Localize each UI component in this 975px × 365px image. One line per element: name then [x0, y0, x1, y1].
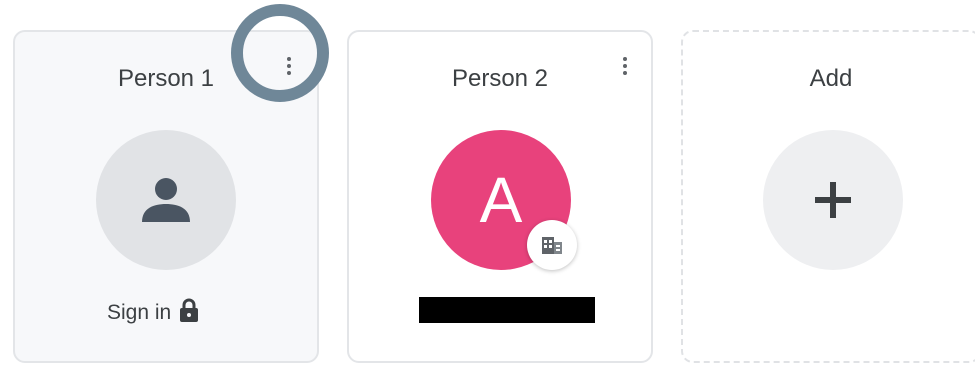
profile-card-person-1[interactable]: Person 1 Sign in	[13, 30, 319, 363]
add-label: Add	[809, 65, 853, 92]
profile-card-person-2[interactable]: Person 2 A	[347, 30, 653, 363]
enterprise-building-icon	[527, 220, 577, 270]
profile-name: Person 1	[117, 65, 215, 92]
more-vert-icon[interactable]	[613, 54, 637, 78]
profile-name: Person 2	[451, 65, 549, 92]
lock-icon	[179, 298, 199, 328]
more-vert-icon[interactable]	[277, 54, 301, 78]
profile-picker: Person 1 Sign in Person 2 A Add	[0, 0, 975, 365]
add-avatar	[763, 130, 903, 270]
sign-in-label: Sign in	[107, 301, 172, 324]
add-profile-card[interactable]: Add	[681, 30, 975, 363]
avatar	[96, 130, 236, 270]
person-icon	[96, 130, 236, 270]
plus-icon	[763, 130, 903, 270]
redacted-email	[419, 297, 595, 323]
avatar-letter: A	[479, 164, 523, 236]
sign-in-link[interactable]: Sign in	[107, 298, 199, 328]
